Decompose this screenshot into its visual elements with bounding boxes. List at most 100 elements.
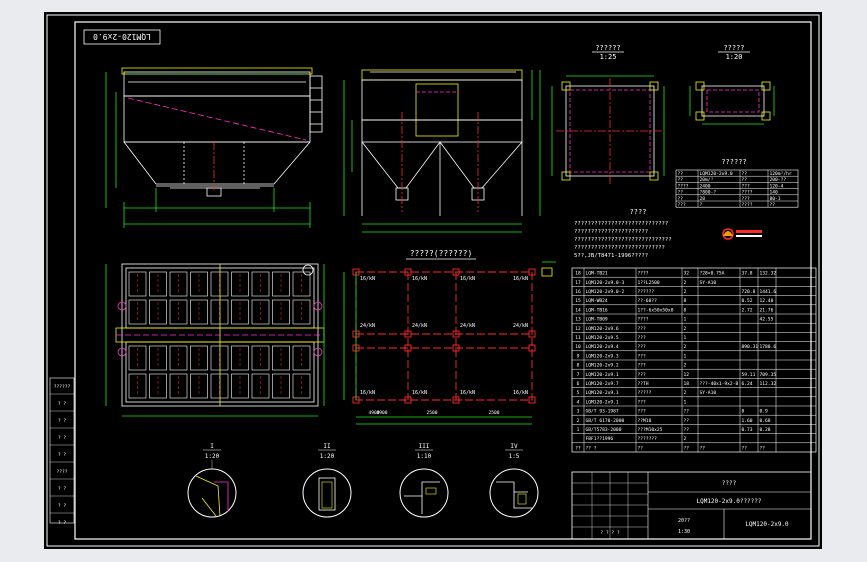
bom-cell: ????	[638, 271, 649, 277]
bom-cell: 2	[684, 326, 687, 332]
bom-cell: 6	[577, 381, 580, 387]
stamp-label: ? ?	[58, 503, 67, 509]
bom-cell: 8	[684, 298, 687, 304]
bom-cell: ??	[684, 418, 690, 424]
section-scale: 1:20	[320, 453, 335, 460]
plan-title: ?????(??????)	[410, 249, 473, 258]
tech-req-line: ??????????????????????	[574, 229, 648, 235]
scale-caption-small: ?????	[723, 44, 744, 52]
bom-cell: 42.55	[760, 317, 774, 323]
bom-cell: ?????	[638, 390, 652, 396]
bom-cell: ??	[760, 445, 766, 451]
drawing-number: LQM120-2x9.0	[745, 521, 789, 528]
bom-cell: ???	[638, 399, 647, 405]
spec-table: ?????? ?? LQM120-2x9.0?? 120m²/hr?? 20m/³??…	[675, 158, 799, 208]
tech-req-line: 5??,JB/T8471-1996?????	[574, 253, 648, 259]
bom-cell: ???	[638, 326, 647, 332]
bom-cell: 2	[684, 280, 687, 286]
company-name: ????	[722, 480, 737, 487]
detail-view-rect: ????? 1:20	[689, 44, 775, 125]
bom-cell: ??	[742, 445, 748, 451]
load-grid: 16/kN 16/kN 16/kN 16/kN 24/kN 24/kN 24/kN 24/kN…	[352, 268, 536, 416]
section-mark: I	[210, 443, 214, 450]
section-mark: IV	[510, 443, 518, 450]
bom-cell: ??-60??	[638, 298, 658, 304]
bom-cell: 37.8	[742, 271, 753, 277]
plan-view	[105, 263, 325, 417]
scale-ratio-top: 1:25	[600, 53, 617, 61]
bom-cell: 0.73	[742, 427, 753, 433]
load-label: 24/kN	[513, 323, 528, 329]
bom-cell: 1	[684, 399, 687, 405]
bom-cell: 2	[684, 289, 687, 295]
plan-dimension: 2500	[488, 410, 499, 416]
bom-cell: LQM-TB16	[586, 307, 608, 313]
drawing-title: LQM120-2x9.0??????	[696, 498, 761, 505]
bom-cell: ???	[638, 409, 647, 415]
bom-cell: 11	[575, 335, 581, 341]
bom-cell: 2	[684, 363, 687, 369]
bom-cell: 7	[577, 372, 580, 378]
bom-cell: LQM120-2x9.0-2	[586, 289, 625, 295]
bom-cell: 1	[684, 335, 687, 341]
bom-cell: 2	[684, 436, 687, 442]
bom-cell: GB/T5783-2000	[586, 427, 622, 433]
front-elevation-view	[105, 67, 323, 228]
bill-of-materials: 18 LQM-TB21???? 32 ?28×0.75A 37.8 132.3217 LQM…	[571, 267, 817, 453]
load-label: 16/kN	[460, 390, 475, 396]
bom-cell: LQM120-2x9.4	[586, 344, 619, 350]
bom-cell: 132.32	[760, 271, 777, 277]
bom-cell: 32	[684, 271, 690, 277]
load-label: 24/kN	[460, 323, 475, 329]
section-scale: 1:20	[205, 453, 220, 460]
bom-cell: 14	[575, 307, 581, 313]
bom-cell: LQM120-2x9.7	[586, 381, 619, 387]
bom-cell: 12	[575, 326, 581, 332]
sheet-count: ? ? ? ?	[600, 530, 620, 536]
bom-cell: ???	[638, 372, 647, 378]
stamp-label: ? ?	[58, 486, 67, 492]
bom-cell: ??	[700, 445, 706, 451]
bom-cell: 8	[742, 409, 745, 415]
bom-cell: GB/T 93-1987	[586, 409, 619, 415]
bom-cell: 18	[684, 381, 690, 387]
bom-cell: 5	[577, 390, 580, 396]
bom-cell: SY-A10	[700, 280, 717, 286]
stamp-label: ? ?	[58, 401, 67, 407]
bom-cell: 9	[577, 353, 580, 359]
bom-cell: ??	[638, 445, 644, 451]
drawing-sheet: LQM120-2x9.0 ?????? 1:25 ????? 1:20 ????…	[44, 12, 822, 549]
bom-cell: 0.28	[760, 427, 771, 433]
bom-cell: ???	[638, 363, 647, 369]
load-label: 16/kN	[412, 390, 427, 396]
load-label: 16/kN	[460, 276, 475, 282]
load-label: 24/kN	[412, 323, 427, 329]
bom-cell: ???-40x1-9x2-B	[700, 381, 739, 387]
bom-cell: 15	[575, 298, 581, 304]
load-label: 16/kN	[360, 276, 375, 282]
bom-cell: 6.24	[742, 381, 753, 387]
bom-cell: 59.11	[742, 372, 756, 378]
plan-dimension: 2500	[426, 410, 437, 416]
rotated-title: LQM120-2x9.0	[93, 32, 151, 41]
bom-cell: 18	[575, 271, 581, 277]
bom-cell: 1.60	[742, 418, 753, 424]
bom-cell: 8	[684, 307, 687, 313]
tech-req-line: ?????????????????????????????	[574, 237, 672, 243]
load-label: 16/kN	[513, 390, 528, 396]
bom-cell: LQM120-2x9.5	[586, 335, 619, 341]
bom-cell: LQM120-2x9.0-3	[586, 280, 625, 286]
bom-cell: LQM120-2x9.3	[586, 353, 619, 359]
bom-cell: 10	[575, 344, 581, 350]
spec-cell: ???	[678, 202, 687, 208]
bom-cell: 1	[577, 427, 580, 433]
detail-view-square: ?????? 1:25	[551, 44, 665, 184]
bom-cell: 12	[684, 372, 690, 378]
bom-cell: ??????	[638, 289, 655, 295]
title-block: ???? LQM120-2x9.0?????? 20?? 1:30 LQM120-2x9…	[571, 471, 812, 540]
cad-drawing: LQM120-2x9.0 ?????? 1:25 ????? 1:20 ????…	[46, 14, 820, 547]
bom-cell: ???	[638, 335, 647, 341]
section-mark: II	[323, 443, 331, 450]
bom-cell: ??	[684, 427, 690, 433]
bom-cell: 0.9	[760, 409, 769, 415]
